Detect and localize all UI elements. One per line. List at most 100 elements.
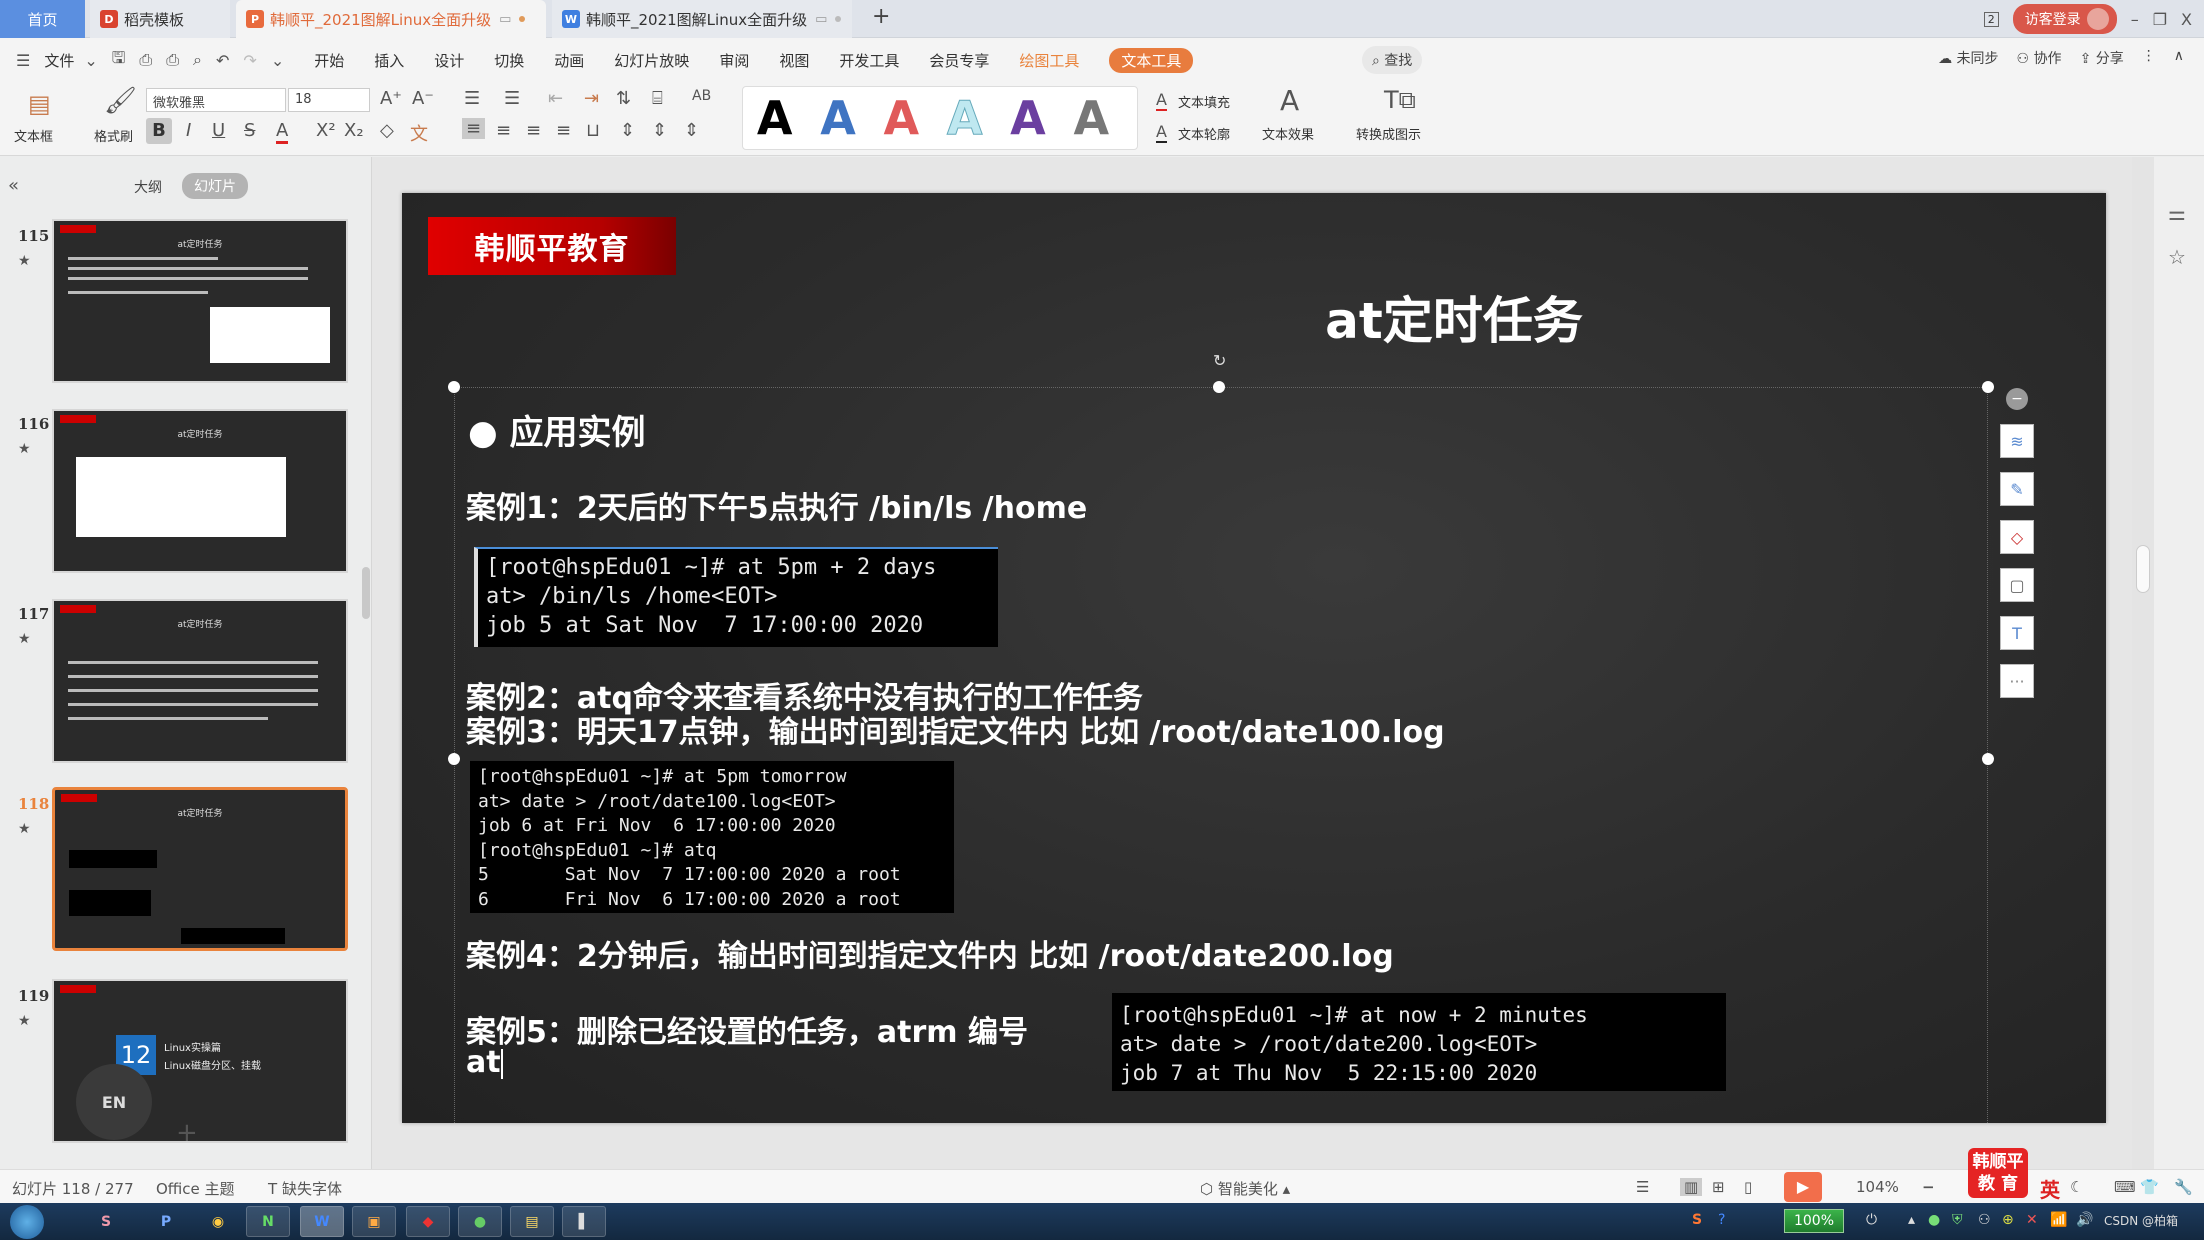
app-icon[interactable]: S: [84, 1206, 128, 1237]
convert-text-icon[interactable]: T: [2000, 616, 2034, 650]
bullet-list-icon[interactable]: ☰: [464, 88, 480, 109]
tab-template[interactable]: D 稻壳模板: [90, 0, 230, 38]
menu-transition[interactable]: 切换: [494, 50, 524, 71]
tab-outline[interactable]: 大纲: [134, 177, 162, 197]
subscript-button[interactable]: X₂: [344, 120, 364, 141]
more-tools-icon[interactable]: ···: [2000, 664, 2034, 698]
textbox-button[interactable]: 文本框: [14, 126, 53, 145]
menu-slideshow[interactable]: 幻灯片放映: [614, 50, 689, 71]
app-icon[interactable]: ●: [458, 1206, 502, 1237]
ime-mode[interactable]: 英: [2040, 1174, 2060, 1203]
tray-app-icon[interactable]: ⚇: [1978, 1212, 1991, 1228]
redo-icon[interactable]: ↷: [243, 51, 256, 70]
text-outline-button[interactable]: 文本轮廓: [1178, 124, 1230, 143]
app-icon[interactable]: ◆: [406, 1206, 450, 1237]
columns-icon[interactable]: AB: [692, 88, 711, 104]
text-fill-icon[interactable]: A: [1156, 90, 1167, 111]
line-spacing-icon[interactable]: ⇕: [620, 120, 635, 141]
font-color-button[interactable]: A: [276, 120, 289, 144]
panel-scrollbar[interactable]: [362, 567, 370, 619]
menu-design[interactable]: 设计: [434, 50, 464, 71]
sync-button[interactable]: ☁ 未同步: [1938, 48, 1998, 68]
slide-thumbnail-116[interactable]: at定时任务: [52, 409, 348, 573]
format-painter-icon[interactable]: 🖌: [104, 86, 137, 116]
numbered-list-icon[interactable]: ☰: [504, 88, 520, 109]
case-5-typing[interactable]: at: [466, 1045, 503, 1080]
collapse-ribbon-icon[interactable]: ∧: [2174, 48, 2184, 68]
style-swatch-blue[interactable]: A: [820, 91, 856, 145]
export-icon[interactable]: ⎙: [139, 50, 152, 70]
bold-button[interactable]: B: [146, 118, 172, 144]
moon-icon[interactable]: ☾: [2070, 1178, 2083, 1196]
more-icon[interactable]: ⋮: [2142, 48, 2156, 68]
properties-icon[interactable]: ⚌: [2168, 201, 2186, 225]
scrollbar-thumb[interactable]: [2136, 545, 2150, 593]
new-tab-button[interactable]: +: [872, 4, 890, 29]
smart-beautify-button[interactable]: ⬡ 智能美化 ▴: [1200, 1178, 1290, 1199]
app-icon[interactable]: ▣: [352, 1206, 396, 1237]
tab-slides[interactable]: 幻灯片: [182, 173, 248, 199]
font-name-select[interactable]: 微软雅黑: [146, 88, 286, 112]
resize-handle[interactable]: [1982, 753, 1994, 765]
tray-app-icon[interactable]: ⊕: [2002, 1212, 2014, 1228]
convert-smartart-icon[interactable]: T⧉: [1384, 86, 1416, 114]
slide-thumbnail-117[interactable]: at定时任务: [52, 599, 348, 763]
collapse-tools-icon[interactable]: −: [2006, 388, 2028, 410]
shield-icon[interactable]: ⛨: [1952, 1212, 1963, 1228]
style-swatch-red[interactable]: A: [884, 91, 920, 145]
menu-text-tools[interactable]: 文本工具: [1109, 47, 1194, 73]
undo-icon[interactable]: ↶: [216, 51, 229, 70]
underline-button[interactable]: U: [212, 120, 225, 141]
layers-icon[interactable]: ≋: [2000, 424, 2034, 458]
chrome-icon[interactable]: ◉: [196, 1206, 240, 1237]
normal-view-icon[interactable]: ▥: [1680, 1178, 1703, 1196]
italic-button[interactable]: I: [186, 120, 191, 141]
increase-indent-icon[interactable]: ⇥: [584, 88, 599, 109]
tray-expand-icon[interactable]: ▴: [1908, 1212, 1915, 1228]
wrench-icon[interactable]: 🔧: [2174, 1178, 2193, 1196]
justify-button[interactable]: ≡: [556, 120, 571, 141]
guest-login-button[interactable]: 访客登录: [2012, 4, 2117, 34]
tray-app-icon[interactable]: ●: [1928, 1212, 1940, 1228]
strikethrough-button[interactable]: S: [244, 120, 255, 141]
superscript-button[interactable]: X²: [316, 120, 336, 141]
add-slide-button[interactable]: +: [176, 1118, 198, 1148]
rotate-handle-icon[interactable]: ↻: [1213, 351, 1226, 370]
restore-button[interactable]: ❐: [2153, 10, 2167, 29]
folder-icon[interactable]: ▤: [510, 1206, 554, 1237]
menu-start[interactable]: 开始: [314, 50, 344, 71]
share-button[interactable]: ⇪ 分享: [2080, 48, 2124, 68]
app-icon[interactable]: ▌: [562, 1206, 606, 1237]
clear-format-icon[interactable]: ◇: [380, 120, 394, 141]
distribute-button[interactable]: ⊔: [586, 120, 600, 141]
reading-view-icon[interactable]: ▯: [1744, 1178, 1752, 1196]
text-direction-icon[interactable]: ⇅: [616, 88, 631, 109]
slide-thumbnail-118-selected[interactable]: at定时任务: [52, 787, 348, 951]
sorter-view-icon[interactable]: ⊞: [1712, 1178, 1725, 1196]
hamburger-icon[interactable]: ☰: [16, 51, 30, 70]
resize-handle[interactable]: [448, 381, 460, 393]
font-size-select[interactable]: 18: [288, 88, 370, 112]
vertical-scrollbar[interactable]: [2132, 157, 2154, 1169]
menu-drawing-tools[interactable]: 绘图工具: [1019, 50, 1079, 71]
skin-icon[interactable]: 👕: [2140, 1178, 2159, 1196]
start-button[interactable]: [10, 1205, 44, 1239]
menu-member[interactable]: 会员专享: [929, 50, 989, 71]
collab-button[interactable]: ⚇ 协作: [2017, 48, 2062, 68]
fill-bucket-icon[interactable]: ◇: [2000, 520, 2034, 554]
convert-smartart-button[interactable]: 转换成图示: [1356, 124, 1421, 143]
volume-icon[interactable]: 🔊: [2076, 1212, 2093, 1228]
outline-icon[interactable]: ▢: [2000, 568, 2034, 602]
phonetic-icon[interactable]: 文: [410, 120, 428, 146]
network-error-icon[interactable]: ✕: [2026, 1212, 2038, 1228]
play-slideshow-button[interactable]: ▶: [1784, 1172, 1822, 1202]
theme-name[interactable]: Office 主题: [156, 1178, 235, 1199]
ime-en-bubble[interactable]: EN: [76, 1064, 152, 1140]
format-painter-button[interactable]: 格式刷: [94, 126, 133, 145]
menu-view[interactable]: 视图: [779, 50, 809, 71]
signal-icon[interactable]: 📶: [2050, 1212, 2067, 1228]
decrease-indent-icon[interactable]: ⇤: [548, 88, 563, 109]
resize-handle[interactable]: [1213, 381, 1225, 393]
text-outline-icon[interactable]: A: [1156, 122, 1167, 143]
decrease-font-icon[interactable]: A⁻: [412, 88, 434, 109]
